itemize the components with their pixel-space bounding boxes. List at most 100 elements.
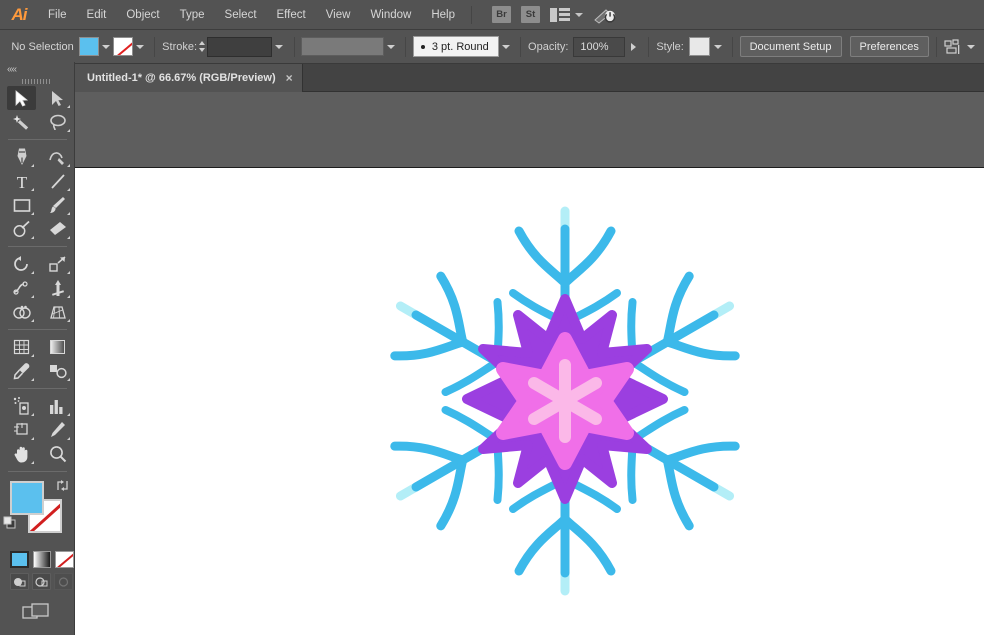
style-chevron-down-icon[interactable]: [710, 37, 724, 57]
tool-divider-2: [8, 246, 67, 247]
gradient-mode-button[interactable]: [32, 551, 52, 568]
paintbrush-tool[interactable]: [43, 193, 72, 217]
document-tab[interactable]: Untitled-1* @ 66.67% (RGB/Preview) ×: [75, 64, 303, 92]
stroke-weight-input[interactable]: [206, 36, 273, 57]
variable-width-profile-input[interactable]: [301, 37, 384, 56]
menu-file[interactable]: File: [38, 0, 77, 30]
panel-drag-handle[interactable]: [0, 76, 74, 86]
stroke-chevron-down-icon[interactable]: [133, 37, 147, 57]
swap-fill-stroke-icon[interactable]: [56, 479, 69, 492]
document-setup-button[interactable]: Document Setup: [739, 36, 842, 57]
hand-tool[interactable]: [7, 442, 36, 466]
column-graph-tool[interactable]: [43, 394, 72, 418]
direct-selection-tool[interactable]: [43, 86, 72, 110]
graphic-style-swatch[interactable]: [688, 37, 711, 56]
screen-mode-button[interactable]: [22, 602, 52, 625]
curvature-tool[interactable]: [43, 145, 72, 169]
arrange-documents-icon[interactable]: [550, 7, 570, 22]
free-transform-tool[interactable]: [43, 276, 72, 300]
brush-chevron-down-icon[interactable]: [499, 37, 513, 57]
menu-type[interactable]: Type: [170, 0, 215, 30]
type-tool[interactable]: T: [7, 169, 36, 193]
stroke-color-swatch[interactable]: [113, 37, 134, 56]
scale-tool[interactable]: [43, 252, 72, 276]
control-divider-5: [648, 36, 650, 57]
artboard-tool[interactable]: [7, 418, 36, 442]
control-divider-3: [404, 36, 406, 57]
shaper-tool[interactable]: [7, 217, 36, 241]
snowflake-illustration[interactable]: [75, 168, 984, 635]
control-divider-4: [520, 36, 522, 57]
menu-effect[interactable]: Effect: [267, 0, 316, 30]
canvas-area[interactable]: [75, 92, 984, 635]
opacity-input[interactable]: 100%: [573, 36, 626, 57]
control-divider-7: [935, 36, 937, 57]
document-tab-bar: Untitled-1* @ 66.67% (RGB/Preview) ×: [75, 64, 984, 92]
magic-wand-tool[interactable]: [7, 110, 36, 134]
svg-text:T: T: [16, 173, 27, 190]
perspective-grid-tool[interactable]: [43, 300, 72, 324]
eraser-tool[interactable]: [43, 217, 72, 241]
brush-dot-icon: [420, 44, 425, 49]
symbol-sprayer-tool[interactable]: [7, 394, 36, 418]
draw-inside-button[interactable]: [54, 573, 73, 590]
align-chevron-down-icon[interactable]: [964, 37, 978, 57]
brush-definition-select[interactable]: 3 pt. Round: [412, 36, 499, 57]
menu-object[interactable]: Object: [116, 0, 169, 30]
variable-width-chevron-down-icon[interactable]: [384, 37, 398, 57]
tool-grid: T: [0, 86, 75, 466]
rotate-tool[interactable]: [7, 252, 36, 276]
menu-view[interactable]: View: [316, 0, 361, 30]
line-segment-tool[interactable]: [43, 169, 72, 193]
fill-swatch-large[interactable]: [10, 481, 44, 515]
none-mode-button[interactable]: [55, 551, 74, 568]
eyedropper-tool[interactable]: [7, 359, 36, 383]
selection-status: No Selection: [11, 40, 74, 53]
gradient-tool[interactable]: [43, 335, 72, 359]
align-objects-icon[interactable]: [944, 38, 964, 55]
menu-window[interactable]: Window: [360, 0, 421, 30]
screen-mode-row: [0, 602, 74, 625]
close-icon[interactable]: ×: [286, 72, 293, 84]
document-tab-title: Untitled-1* @ 66.67% (RGB/Preview): [87, 72, 276, 84]
app-logo: Ai: [11, 4, 28, 24]
stroke-weight-stepper[interactable]: [197, 37, 207, 57]
stock-icon[interactable]: St: [521, 6, 540, 23]
menu-select[interactable]: Select: [215, 0, 267, 30]
tool-divider-3: [8, 329, 67, 330]
shape-builder-tool[interactable]: [7, 300, 36, 324]
draw-behind-button[interactable]: [32, 573, 51, 590]
pen-tool[interactable]: [7, 145, 36, 169]
width-tool[interactable]: [7, 276, 36, 300]
mesh-tool[interactable]: [7, 335, 36, 359]
workspace-switcher-icon[interactable]: [593, 7, 616, 24]
lasso-tool[interactable]: [43, 110, 72, 134]
control-divider-1: [154, 36, 156, 57]
slice-tool[interactable]: [43, 418, 72, 442]
control-divider-6: [731, 36, 733, 57]
artboard[interactable]: [75, 167, 984, 635]
menu-help[interactable]: Help: [421, 0, 465, 30]
opacity-options-icon[interactable]: [625, 42, 641, 51]
rectangle-tool[interactable]: [7, 193, 36, 217]
color-mode-button[interactable]: [10, 551, 29, 568]
blend-tool[interactable]: [43, 359, 72, 383]
bridge-icon[interactable]: Br: [492, 6, 511, 23]
arrange-chevron-down-icon[interactable]: [575, 12, 583, 17]
tool-divider-1: [8, 139, 67, 140]
selection-tool[interactable]: [7, 86, 36, 110]
menu-bar: Ai File Edit Object Type Select Effect V…: [0, 0, 984, 30]
default-fill-stroke-icon[interactable]: [3, 516, 16, 529]
fill-color-swatch[interactable]: [79, 37, 99, 56]
illustrator-window: Ai File Edit Object Type Select Effect V…: [0, 0, 984, 635]
zoom-tool[interactable]: [43, 442, 72, 466]
menu-edit[interactable]: Edit: [77, 0, 117, 30]
color-mode-row: [0, 551, 74, 568]
tool-divider-4: [8, 388, 67, 389]
drawing-modes-row: [0, 573, 74, 590]
collapse-panel-button[interactable]: ««: [0, 62, 74, 76]
stroke-weight-chevron-down-icon[interactable]: [272, 37, 286, 57]
fill-chevron-down-icon[interactable]: [99, 37, 113, 57]
draw-normal-button[interactable]: [10, 573, 29, 590]
preferences-button[interactable]: Preferences: [849, 36, 929, 57]
